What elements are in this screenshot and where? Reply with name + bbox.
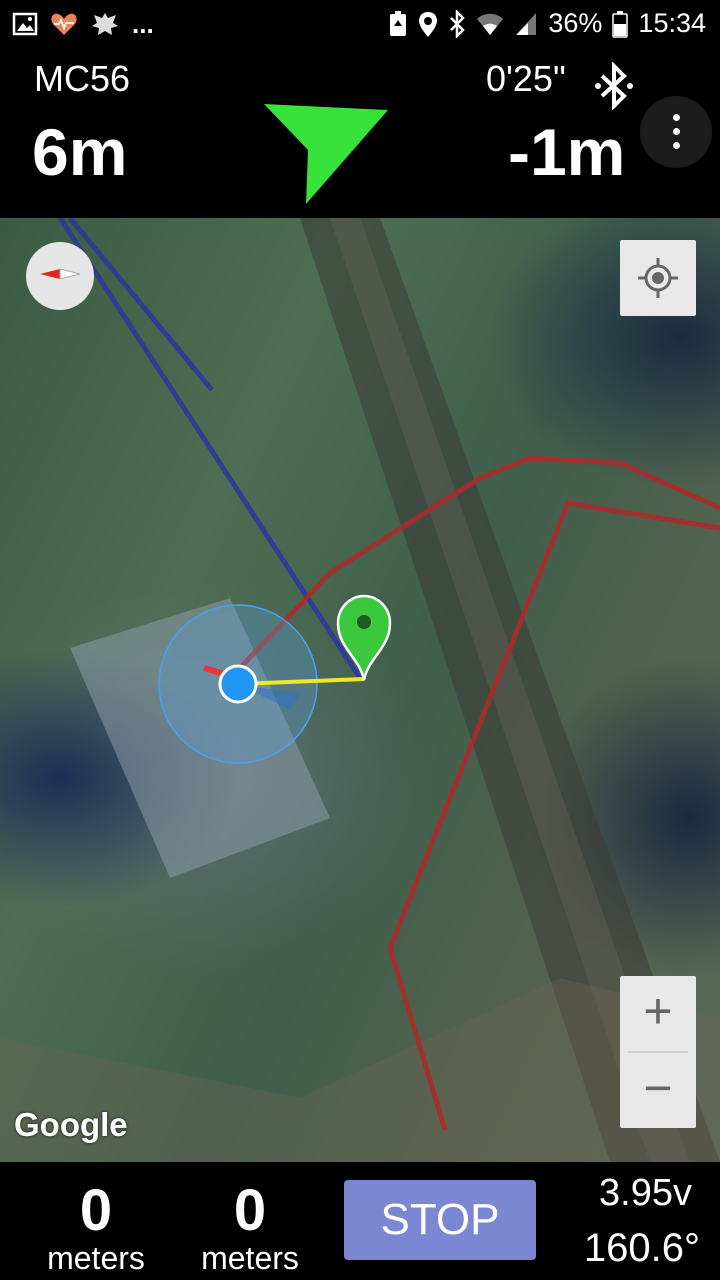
battery-saver-icon: [390, 10, 407, 36]
stats-footer: 0 meters 0 meters STOP 3.95v 160.6°: [0, 1162, 720, 1280]
overflow-menu-button[interactable]: [640, 96, 712, 168]
bluetooth-status-icon[interactable]: [594, 62, 634, 110]
zoom-out-button[interactable]: −: [620, 1053, 696, 1128]
distance-difference: -1m: [508, 115, 626, 189]
menu-dot: [673, 114, 680, 121]
crosshair-icon: [638, 258, 678, 298]
heart-rate-icon: [51, 13, 77, 35]
system-icons: 36% 15:34: [388, 8, 706, 39]
battery-percent: 36%: [548, 8, 603, 38]
clock: 15:34: [638, 8, 706, 38]
compass-icon: [40, 268, 81, 280]
zoom-in-button[interactable]: +: [620, 976, 696, 1051]
stat-value: 0: [79, 1178, 113, 1243]
minus-icon: −: [643, 1060, 673, 1116]
more-notifications-icon: ...: [132, 9, 154, 39]
stat-value: 0: [233, 1178, 267, 1243]
plus-icon: +: [643, 983, 673, 1039]
google-attribution: Google: [14, 1106, 128, 1143]
route-name: MC56: [34, 58, 131, 99]
image-icon: [12, 12, 38, 36]
map-view[interactable]: + − Google: [0, 218, 720, 1162]
wifi-icon: [477, 13, 504, 35]
stat-unit: meters: [47, 1240, 145, 1276]
heading-readout: 160.6°: [583, 1226, 700, 1270]
emblem-icon: [92, 13, 118, 35]
elapsed-timer: 0'25": [486, 58, 566, 99]
stat-distance-2: 0 meters: [185, 1178, 315, 1277]
map-overlay: [0, 218, 720, 1162]
direction-arrow-icon: [264, 104, 388, 204]
zoom-controls: + −: [620, 976, 696, 1128]
signal-icon: [516, 12, 537, 35]
current-position-dot: [218, 664, 258, 704]
my-location-button[interactable]: [620, 240, 696, 316]
stat-distance-1: 0 meters: [31, 1178, 161, 1277]
distance-to-target: 6m: [32, 115, 128, 189]
stop-button[interactable]: STOP: [344, 1180, 536, 1260]
stat-unit: meters: [201, 1240, 299, 1276]
compass-button[interactable]: [26, 242, 94, 310]
voltage-readout: 3.95v: [599, 1172, 692, 1214]
navigation-header: MC56 6m 0'25" -1m: [0, 52, 720, 218]
location-icon: [419, 11, 438, 37]
battery-icon: [612, 10, 629, 38]
menu-dot: [673, 128, 680, 135]
target-marker-icon[interactable]: [336, 594, 392, 681]
menu-dot: [673, 142, 680, 149]
bluetooth-icon: [450, 9, 466, 38]
notification-icons: ...: [12, 10, 154, 38]
status-bar: ... 36% 15:34: [0, 0, 720, 52]
